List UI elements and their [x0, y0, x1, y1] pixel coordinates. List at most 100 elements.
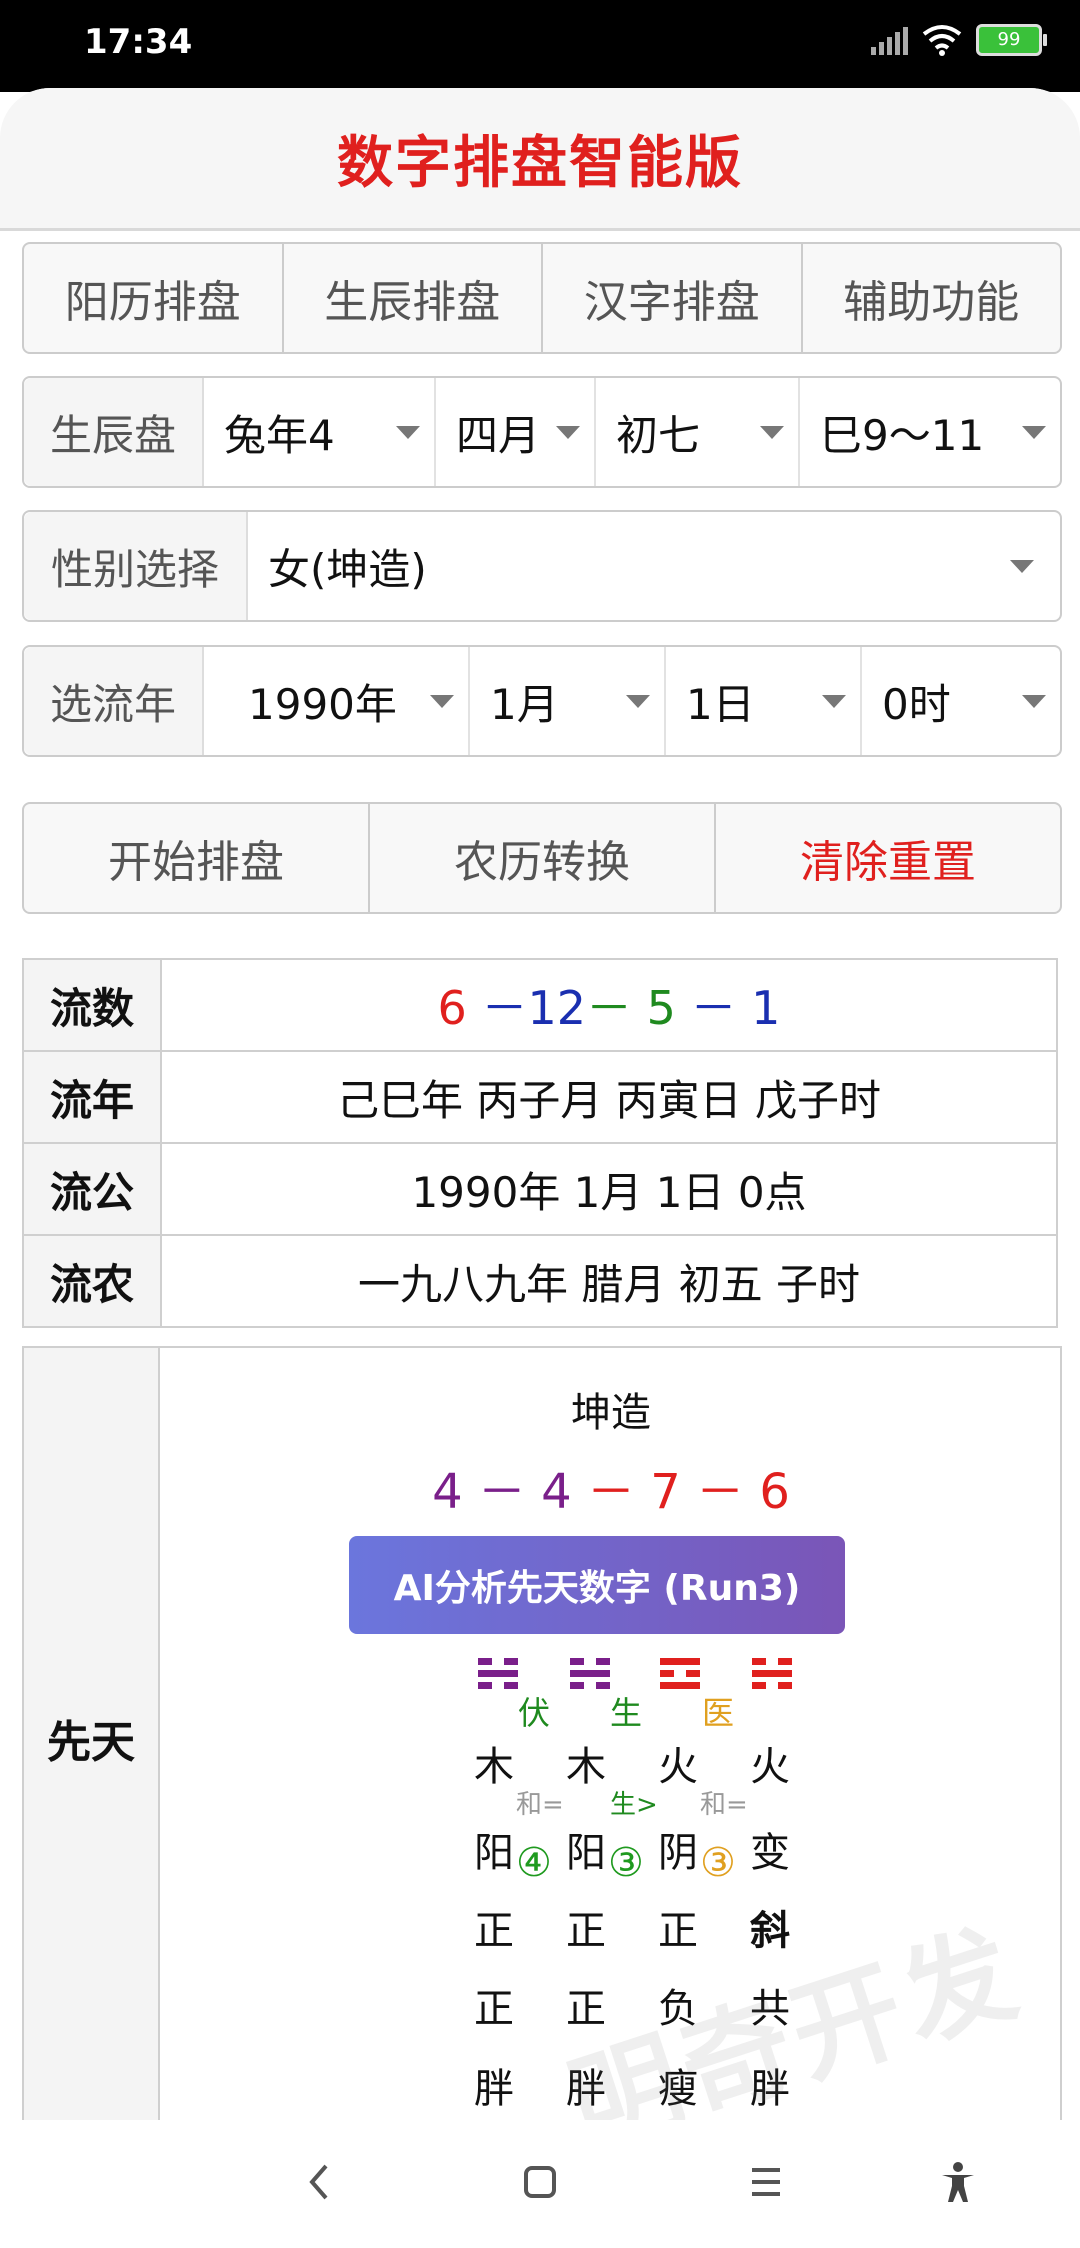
chevron-down-icon: [556, 426, 580, 439]
birth-year-select[interactable]: 兔年4: [204, 378, 436, 486]
tab-solar[interactable]: 阳历排盘: [24, 244, 284, 352]
app-header: 数字排盘智能版: [0, 88, 1080, 231]
liushu-n4: 1: [751, 981, 781, 1035]
chevron-down-icon: [430, 695, 454, 708]
yinyang-3: 阴: [658, 1830, 698, 1876]
liushu-d2: －: [586, 981, 632, 1035]
birth-hour-select[interactable]: 巳9～11: [800, 378, 1060, 486]
home-icon[interactable]: [522, 2160, 558, 2204]
birth-row-label: 生辰盘: [24, 378, 204, 486]
liunian-value: 己巳年 丙子月 丙寅日 戊子时: [160, 1050, 1058, 1144]
liushu-label: 流数: [22, 958, 162, 1052]
status-time: 17:34: [84, 22, 193, 62]
flow-day-value: 1日: [686, 679, 755, 729]
row4-1: 正: [474, 1986, 514, 2032]
mode-tabs: 阳历排盘 生辰排盘 汉字排盘 辅助功能: [22, 242, 1062, 354]
liushu-n2: 12: [527, 981, 586, 1035]
liushu-d1: －: [481, 981, 528, 1035]
flow-month-select[interactable]: 1月: [470, 647, 666, 755]
reset-button[interactable]: 清除重置: [716, 804, 1060, 912]
birth-month-select[interactable]: 四月: [436, 378, 596, 486]
birth-month-value: 四月: [456, 410, 541, 460]
row3-1: 正: [474, 1908, 514, 1954]
table-row: 流农 一九八九年 腊月 初五 子时: [22, 1234, 1058, 1328]
back-icon[interactable]: [304, 2160, 334, 2204]
menu-icon[interactable]: [748, 2160, 784, 2204]
chevron-down-icon: [1010, 560, 1034, 573]
xt-d1: －: [477, 1464, 526, 1520]
rel-top-2: 生: [610, 1694, 643, 1732]
yinyang-1: 阳: [474, 1830, 514, 1876]
tab-tools[interactable]: 辅助功能: [803, 244, 1061, 352]
accessibility-icon[interactable]: [938, 2160, 978, 2204]
rel-mid-3: 和=: [700, 1790, 748, 1820]
element-4: 火: [750, 1744, 790, 1790]
lunar-convert-button[interactable]: 农历转换: [370, 804, 716, 912]
birth-day-value: 初七: [616, 410, 701, 460]
xt-d2: －: [586, 1464, 635, 1520]
flow-year-value: 1990年: [248, 679, 397, 729]
chevron-down-icon: [822, 695, 846, 708]
liunong-label: 流农: [22, 1234, 162, 1328]
liugong-label: 流公: [22, 1142, 162, 1236]
trigram-icon: [660, 1658, 700, 1698]
start-button[interactable]: 开始排盘: [24, 804, 370, 912]
rel-mid-1: 和=: [516, 1790, 564, 1820]
signal-icon: [871, 25, 908, 55]
liushu-d3: －: [690, 981, 737, 1035]
chevron-down-icon: [396, 426, 420, 439]
liugong-value: 1990年 1月 1日 0点: [160, 1142, 1058, 1236]
flow-month-value: 1月: [490, 679, 559, 729]
flow-year-select[interactable]: 1990年: [204, 647, 470, 755]
table-row: 流数 6 －12－ 5 － 1: [22, 958, 1058, 1052]
system-nav-bar: [0, 2120, 1080, 2248]
xt-n1: 4: [432, 1464, 463, 1520]
wifi-icon: [922, 25, 962, 56]
info-table: 流数 6 －12－ 5 － 1 流年 己巳年 丙子月 丙寅日 戊子时 流公 19…: [22, 958, 1058, 1328]
action-bar: 开始排盘 农历转换 清除重置: [22, 802, 1062, 914]
xt-n2: 4: [541, 1464, 572, 1520]
row3-3: 正: [658, 1908, 698, 1954]
gender-row: 性别选择 女(坤造): [22, 510, 1062, 622]
xt-d3: －: [696, 1464, 745, 1520]
yinyang-4: 变: [750, 1830, 790, 1876]
trigram-icon: [752, 1658, 792, 1698]
rel-top-1: 伏: [518, 1694, 551, 1732]
chevron-down-icon: [1022, 695, 1046, 708]
flow-year-row: 选流年 1990年 1月 1日 0时: [22, 645, 1062, 757]
circled-num-2: ③: [608, 1840, 644, 1886]
element-1: 木: [474, 1744, 514, 1790]
chevron-down-icon: [1022, 426, 1046, 439]
status-bar: 17:34 99: [0, 0, 1080, 92]
table-row: 流公 1990年 1月 1日 0点: [22, 1142, 1058, 1236]
status-icons: 99: [871, 24, 1047, 56]
flow-day-select[interactable]: 1日: [666, 647, 862, 755]
xiantian-sequence: 4 － 4 － 7 － 6: [162, 1452, 1060, 1522]
yinyang-2: 阳: [566, 1830, 606, 1876]
liunong-value: 一九八九年 腊月 初五 子时: [160, 1234, 1058, 1328]
table-row: 流年 己巳年 丙子月 丙寅日 戊子时: [22, 1050, 1058, 1144]
flow-hour-value: 0时: [882, 679, 951, 729]
flow-hour-select[interactable]: 0时: [862, 647, 1060, 755]
birth-day-select[interactable]: 初七: [596, 378, 800, 486]
xt-n3: 7: [650, 1464, 681, 1520]
birth-year-value: 兔年4: [224, 410, 335, 460]
chevron-down-icon: [626, 695, 650, 708]
liushu-n3: 5: [646, 981, 676, 1035]
birth-hour-value: 巳9～11: [820, 410, 985, 460]
liushu-value: 6 －12－ 5 － 1: [160, 958, 1058, 1052]
xt-n4: 6: [759, 1464, 790, 1520]
chevron-down-icon: [760, 426, 784, 439]
tab-chinese-char[interactable]: 汉字排盘: [543, 244, 803, 352]
rel-mid-2: 生>: [610, 1790, 658, 1820]
app-title: 数字排盘智能版: [337, 131, 743, 196]
liushu-n1: 6: [437, 981, 467, 1035]
ai-analyze-button[interactable]: AI分析先天数字 (Run3): [349, 1536, 845, 1634]
gender-select[interactable]: 女(坤造): [248, 512, 1060, 620]
liunian-label: 流年: [22, 1050, 162, 1144]
xiantian-title: 坤造: [571, 1390, 651, 1436]
row3-2: 正: [566, 1908, 606, 1954]
row5-1: 胖: [474, 2066, 514, 2112]
tab-birth[interactable]: 生辰排盘: [284, 244, 543, 352]
battery-icon: 99: [976, 24, 1047, 56]
